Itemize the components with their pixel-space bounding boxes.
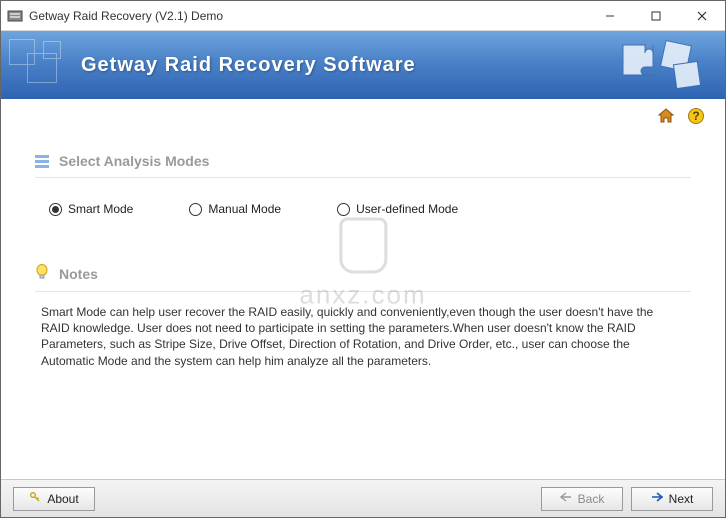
minimize-button[interactable] [587,1,633,31]
divider [35,177,691,178]
radio-smart-mode[interactable]: Smart Mode [49,202,133,216]
window-title: Getway Raid Recovery (V2.1) Demo [29,9,587,23]
bottom-bar: About Back Next [1,479,725,517]
banner: Getway Raid Recovery Software [1,31,725,99]
section-modes-title: Select Analysis Modes [59,153,209,169]
main-content: Select Analysis Modes Smart Mode Manual … [1,129,725,479]
radio-manual-mode[interactable]: Manual Mode [189,202,281,216]
radio-indicator [189,203,202,216]
radio-label: Manual Mode [208,202,281,216]
about-label: About [47,492,78,506]
mode-radio-group: Smart Mode Manual Mode User-defined Mode [35,196,691,252]
radio-label: User-defined Mode [356,202,458,216]
section-modes-header: Select Analysis Modes [35,153,691,169]
key-icon [29,491,41,506]
radio-indicator [49,203,62,216]
titlebar: Getway Raid Recovery (V2.1) Demo [1,1,725,31]
radio-indicator [337,203,350,216]
arrow-right-icon [651,492,663,505]
app-icon [7,8,23,24]
list-icon [35,155,49,168]
banner-puzzle-icon [613,35,713,95]
help-icon[interactable]: ? [687,107,705,128]
bulb-icon [35,264,49,283]
section-notes-header: Notes [35,264,691,283]
arrow-left-icon [560,492,572,505]
svg-text:?: ? [692,109,699,123]
about-button[interactable]: About [13,487,95,511]
banner-decoration-left [9,39,69,91]
next-button[interactable]: Next [631,487,713,511]
next-label: Next [669,492,694,506]
divider [35,291,691,292]
toolbar-icons: ? [1,99,725,129]
radio-label: Smart Mode [68,202,133,216]
home-icon[interactable] [657,107,675,128]
banner-title: Getway Raid Recovery Software [81,54,416,77]
radio-user-defined-mode[interactable]: User-defined Mode [337,202,458,216]
notes-text: Smart Mode can help user recover the RAI… [35,302,691,371]
back-button[interactable]: Back [541,487,623,511]
maximize-button[interactable] [633,1,679,31]
section-notes-title: Notes [59,266,98,282]
back-label: Back [578,492,605,506]
close-button[interactable] [679,1,725,31]
